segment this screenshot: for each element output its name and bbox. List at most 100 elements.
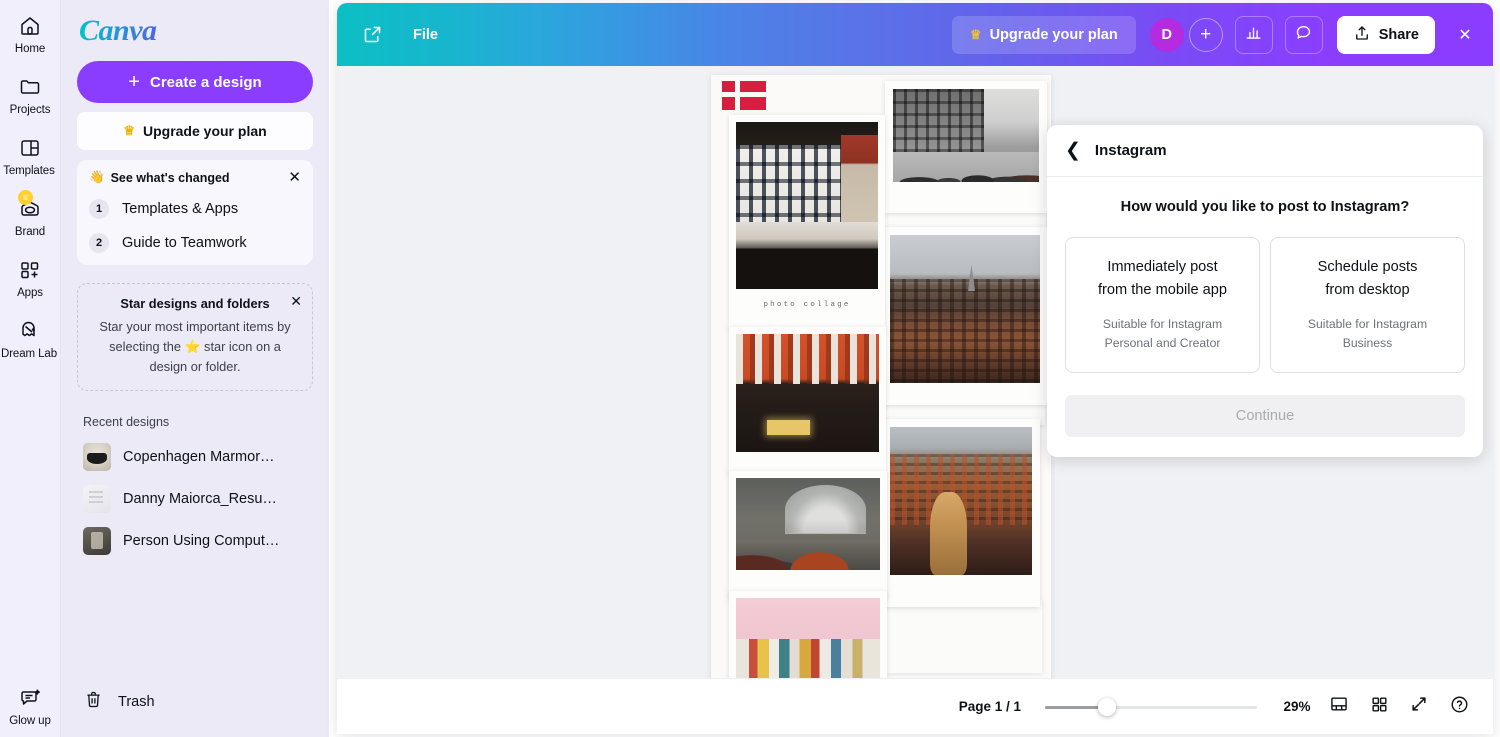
instagram-panel: ❮ Instagram How would you like to post t… bbox=[1047, 125, 1483, 457]
whats-changed-item-templates-apps[interactable]: 1 Templates & Apps bbox=[89, 199, 301, 219]
design-page[interactable]: photo collage bbox=[711, 75, 1051, 678]
close-icon[interactable]: ✕ bbox=[288, 170, 301, 185]
recent-design-name: Copenhagen Marmor… bbox=[123, 449, 275, 465]
photo-frame-white-building[interactable]: photo collage bbox=[729, 115, 885, 330]
whats-changed-item-guide-teamwork[interactable]: 2 Guide to Teamwork bbox=[89, 233, 301, 253]
recent-design-name: Danny Maiorca_Resu… bbox=[123, 491, 277, 507]
item-label: Guide to Teamwork bbox=[122, 235, 247, 251]
rail-item-brand[interactable]: ♕ Brand bbox=[0, 195, 61, 238]
upgrade-your-plan-button[interactable]: ♕ Upgrade your plan bbox=[952, 16, 1136, 54]
option-title: Immediately post from the mobile app bbox=[1078, 256, 1247, 301]
left-nav-rail: Home Projects Templates bbox=[0, 0, 61, 737]
polaroid-frame-empty[interactable] bbox=[886, 599, 1042, 673]
fullscreen-button[interactable] bbox=[1399, 687, 1439, 727]
photo-frame-red-facade[interactable] bbox=[729, 327, 886, 475]
star-designs-card: ✕ Star designs and folders Star your mos… bbox=[77, 283, 313, 391]
photo-image bbox=[893, 89, 1039, 182]
design-thumbnail bbox=[83, 527, 111, 555]
zoom-slider-fill bbox=[1045, 706, 1104, 709]
sidebar-upgrade-label: Upgrade your plan bbox=[143, 123, 267, 139]
rail-item-projects[interactable]: Projects bbox=[0, 73, 61, 116]
rail-item-glow-up[interactable]: Glow up bbox=[0, 684, 61, 727]
zoom-slider[interactable] bbox=[1045, 698, 1257, 716]
option-sub-line2: Personal and Creator bbox=[1105, 336, 1221, 350]
option-schedule-posts-desktop[interactable]: Schedule posts from desktop Suitable for… bbox=[1270, 237, 1465, 373]
help-icon bbox=[1449, 694, 1470, 720]
glow-up-icon bbox=[16, 684, 44, 712]
rail-item-home[interactable]: Home bbox=[0, 12, 61, 55]
photo-image bbox=[890, 235, 1040, 383]
help-button[interactable] bbox=[1439, 687, 1479, 727]
star-card-title: Star designs and folders bbox=[92, 296, 298, 311]
insights-button[interactable] bbox=[1235, 16, 1273, 54]
rail-label-home: Home bbox=[15, 43, 45, 55]
photo-frame-nyhavn-canal[interactable] bbox=[729, 591, 887, 678]
add-collaborator-button[interactable]: + bbox=[1189, 18, 1223, 52]
rail-item-templates[interactable]: Templates bbox=[0, 134, 61, 177]
trash-icon bbox=[83, 689, 104, 715]
photo-frame-umbrellas[interactable] bbox=[729, 471, 887, 599]
templates-icon bbox=[16, 134, 44, 162]
canvas-area[interactable]: photo collage ❮ Instagram How would you … bbox=[337, 66, 1493, 678]
instagram-question: How would you like to post to Instagram? bbox=[1065, 199, 1465, 215]
canva-logo[interactable]: Canva bbox=[79, 14, 313, 47]
recent-design-item[interactable]: Danny Maiorca_Resu… bbox=[77, 485, 313, 513]
close-icon[interactable]: ✕ bbox=[290, 294, 302, 308]
comments-button[interactable] bbox=[1285, 16, 1323, 54]
option-subtitle: Suitable for Instagram Business bbox=[1283, 315, 1452, 352]
item-label: Templates & Apps bbox=[122, 201, 238, 217]
photo-frame-rooftops-dusk[interactable] bbox=[882, 227, 1048, 405]
rail-item-dream-lab[interactable]: Dream Lab bbox=[0, 317, 61, 360]
design-thumbnail bbox=[83, 485, 111, 513]
item-number-badge: 2 bbox=[89, 233, 109, 253]
danish-flag-element[interactable] bbox=[722, 81, 766, 110]
rail-item-apps[interactable]: Apps bbox=[0, 256, 61, 299]
rail-label-apps: Apps bbox=[17, 287, 43, 299]
file-menu-button[interactable]: File bbox=[399, 19, 452, 51]
photo-frame-girl-overlook[interactable] bbox=[882, 419, 1040, 607]
notes-panel-button[interactable] bbox=[1319, 687, 1359, 727]
sidebar-item-trash[interactable]: Trash bbox=[83, 689, 155, 715]
zoom-level: 29% bbox=[1275, 699, 1319, 714]
close-editor-button[interactable]: ✕ bbox=[1445, 15, 1485, 55]
home-icon bbox=[16, 12, 44, 40]
option-sub-line1: Suitable for Instagram bbox=[1308, 317, 1427, 331]
recent-design-item[interactable]: Copenhagen Marmor… bbox=[77, 443, 313, 471]
option-title-line1: Immediately post bbox=[1107, 259, 1217, 275]
create-a-design-label: Create a design bbox=[150, 74, 262, 91]
option-title-line1: Schedule posts bbox=[1318, 259, 1418, 275]
rail-label-templates: Templates bbox=[3, 165, 55, 177]
chevron-left-icon[interactable]: ❮ bbox=[1065, 141, 1081, 160]
comment-bubble-icon bbox=[1294, 23, 1313, 47]
recent-designs-label: Recent designs bbox=[77, 415, 313, 429]
top-bar-right-group: ♕ Upgrade your plan D + bbox=[952, 15, 1493, 55]
editor-window: File ♕ Upgrade your plan D + bbox=[337, 3, 1493, 734]
sidebar-upgrade-plan-button[interactable]: ♕ Upgrade your plan bbox=[77, 112, 313, 150]
open-in-new-icon[interactable] bbox=[353, 16, 391, 54]
left-sidebar: Canva + Create a design ♕ Upgrade your p… bbox=[61, 0, 329, 737]
bar-chart-icon bbox=[1244, 23, 1263, 47]
brand-icon: ♕ bbox=[16, 195, 44, 223]
recent-design-item[interactable]: Person Using Comput… bbox=[77, 527, 313, 555]
rail-label-glow-up: Glow up bbox=[9, 715, 51, 727]
share-button[interactable]: Share bbox=[1337, 16, 1435, 54]
photo-image bbox=[736, 598, 880, 678]
whats-changed-title: See what's changed bbox=[111, 171, 230, 185]
zoom-slider-knob[interactable] bbox=[1098, 698, 1116, 716]
share-label: Share bbox=[1379, 27, 1419, 43]
photo-frame-street-bw[interactable] bbox=[885, 81, 1047, 213]
instagram-options: Immediately post from the mobile app Sui… bbox=[1065, 237, 1465, 373]
rail-label-dream-lab: Dream Lab bbox=[1, 348, 57, 360]
grid-view-button[interactable] bbox=[1359, 687, 1399, 727]
top-bar-left-group: File bbox=[337, 16, 452, 54]
waving-hand-icon: 👋 bbox=[89, 170, 105, 185]
create-a-design-button[interactable]: + Create a design bbox=[77, 61, 313, 103]
continue-button[interactable]: Continue bbox=[1065, 395, 1465, 437]
apps-icon bbox=[16, 256, 44, 284]
avatar[interactable]: D bbox=[1150, 18, 1184, 52]
upload-icon bbox=[1353, 24, 1371, 46]
photo-image bbox=[736, 334, 879, 452]
fullscreen-icon bbox=[1409, 694, 1429, 719]
option-immediately-post-mobile[interactable]: Immediately post from the mobile app Sui… bbox=[1065, 237, 1260, 373]
instagram-panel-body: How would you like to post to Instagram?… bbox=[1047, 177, 1483, 457]
